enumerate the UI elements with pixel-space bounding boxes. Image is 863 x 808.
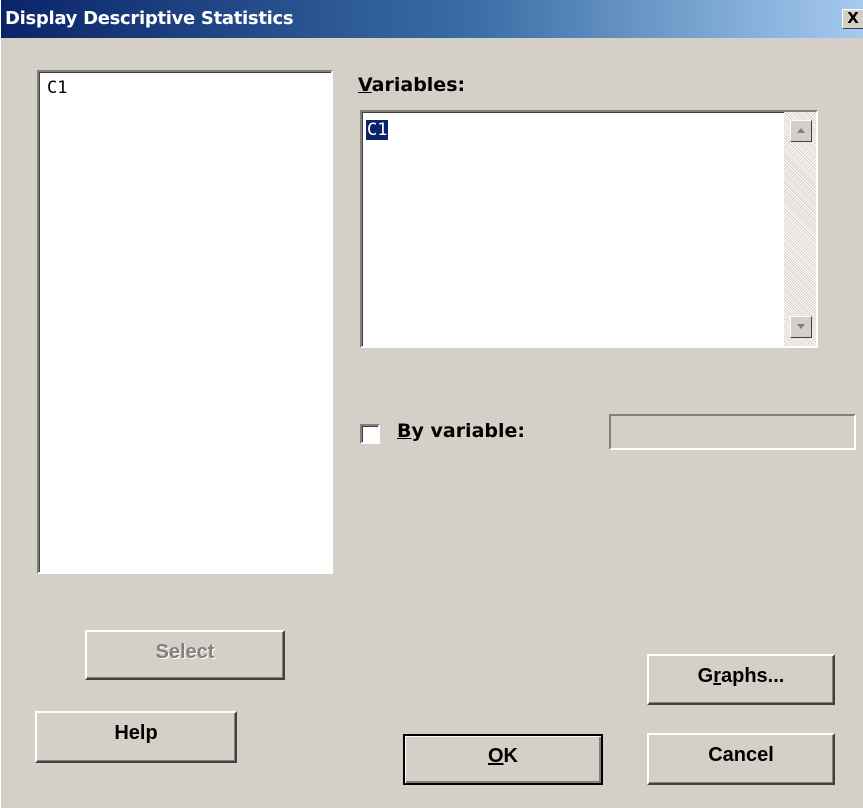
close-icon: X (847, 9, 859, 27)
list-item[interactable]: C1 (47, 78, 67, 98)
close-button[interactable]: X (842, 9, 863, 29)
by-variable-label-rest: y variable: (411, 420, 525, 442)
ok-button[interactable]: OK (403, 734, 603, 785)
triangle-up-icon (797, 128, 805, 133)
help-button[interactable]: Help (35, 711, 237, 763)
column-list[interactable]: C1 (37, 70, 333, 574)
variables-field[interactable]: C1 (360, 110, 818, 348)
by-variable-label-accel: B (397, 420, 412, 442)
help-button-label: Help (114, 722, 158, 744)
cancel-button-label: Cancel (708, 744, 774, 766)
selected-variable-text: C1 (366, 120, 389, 140)
graphs-label-pre: G (697, 665, 714, 687)
title-bar[interactable]: Display Descriptive Statistics X (1, 0, 863, 38)
variables-label: Variables: (358, 74, 465, 96)
graphs-label-accel: r (713, 665, 721, 687)
graphs-button[interactable]: Graphs... (647, 654, 835, 705)
by-variable-field[interactable] (609, 414, 856, 450)
select-button[interactable]: Select (85, 630, 285, 680)
variables-label-accel: V (358, 74, 372, 96)
scroll-up-button[interactable] (790, 120, 812, 142)
ok-label-accel: O (487, 745, 504, 767)
by-variable-checkbox[interactable] (360, 424, 380, 444)
dialog-title: Display Descriptive Statistics (5, 8, 294, 29)
ok-button-label: OK (488, 745, 518, 768)
cancel-button[interactable]: Cancel (647, 733, 835, 785)
graphs-label-post: aphs... (721, 665, 785, 687)
scroll-down-button[interactable] (790, 316, 812, 338)
dialog-window: Display Descriptive Statistics X C1 Vari… (0, 0, 863, 808)
ok-label-rest: K (503, 745, 518, 767)
triangle-down-icon (797, 324, 805, 329)
select-button-label: Select (155, 641, 215, 663)
variables-scrollbar[interactable] (784, 112, 816, 346)
by-variable-label[interactable]: By variable: (397, 420, 525, 442)
graphs-button-label: Graphs... (698, 665, 785, 688)
variables-label-rest: ariables: (371, 74, 466, 96)
